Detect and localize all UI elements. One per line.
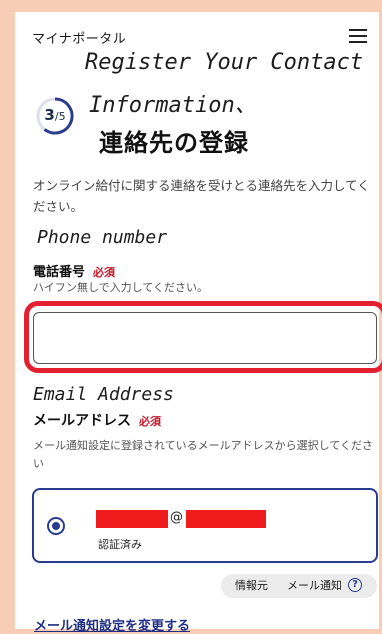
source-label: 情報元 [235, 579, 268, 592]
email-label-text: メールアドレス [33, 413, 131, 429]
annotation-title-line1: Register Your Contact [85, 50, 364, 75]
annotation-title-line2: Information、 [89, 93, 257, 118]
brand-logo[interactable]: マイナポータル [32, 28, 126, 47]
hamburger-menu-icon[interactable] [349, 29, 367, 43]
redacted-email-local [96, 510, 168, 528]
phone-hint: ハイフン無しで入力してください。 [33, 281, 209, 294]
step-counter: 3/5 [35, 106, 75, 124]
phone-label-text: 電話番号 [33, 265, 86, 280]
step-current: 3 [44, 106, 55, 124]
verified-status: 認証済み [98, 538, 142, 551]
intro-text: オンライン給付に関する連絡を受けとる連絡先を入力してください。 [33, 178, 370, 214]
step-indicator: 3/5 [35, 96, 75, 136]
step-total: /5 [54, 110, 66, 123]
required-badge: 必須 [93, 266, 116, 279]
main-card: マイナポータル Register Your Contact Informatio… [15, 12, 382, 634]
email-hint: メール通知設定に登録されているメールアドレスから選択してください [33, 439, 374, 470]
help-icon[interactable]: ? [348, 578, 362, 592]
source-value: メール通知 [287, 579, 342, 592]
change-notification-settings-link[interactable]: メール通知設定を変更する [34, 615, 190, 634]
info-source-badge: 情報元 メール通知 ? [221, 574, 377, 598]
redacted-email-domain [186, 510, 266, 528]
email-option-card[interactable]: @ 認証済み [32, 488, 378, 563]
annotation-phone: Phone number [37, 227, 168, 248]
annotation-email: Email Address [33, 384, 174, 405]
email-label: メールアドレス 必須 [33, 410, 161, 430]
required-badge: 必須 [139, 415, 161, 428]
phone-label: 電話番号 必須 [33, 261, 115, 280]
phone-input[interactable] [33, 312, 377, 364]
email-radio-button[interactable] [47, 517, 65, 535]
email-at-sign: @ [170, 510, 183, 525]
page-title: 連絡先の登録 [99, 129, 249, 157]
